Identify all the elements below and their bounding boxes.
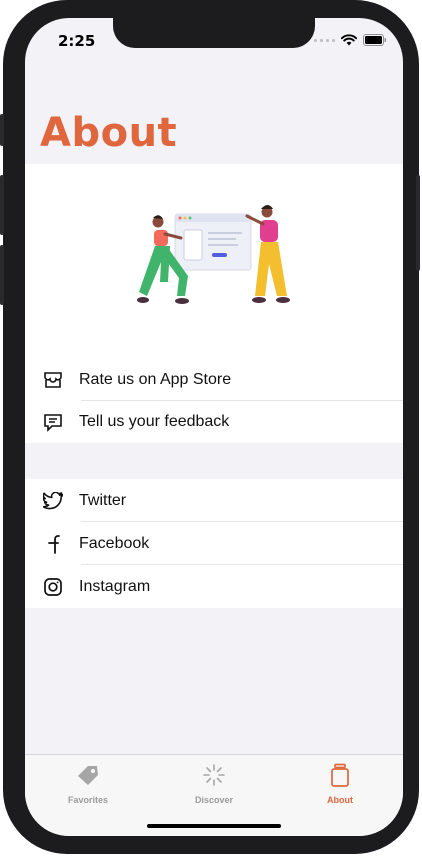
instagram-row[interactable]: Instagram <box>25 565 403 608</box>
tab-about-label: About <box>327 795 353 805</box>
social-section: Twitter Facebook Instagram <box>25 479 403 608</box>
feedback-row[interactable]: Tell us your feedback <box>25 401 403 443</box>
status-indicators <box>314 34 387 46</box>
notch <box>113 18 315 48</box>
feedback-label: Tell us your feedback <box>79 413 230 430</box>
tab-about[interactable]: About <box>290 763 390 805</box>
screen: 2:25 About Rate us on App Store Tell us … <box>25 18 403 836</box>
tab-favorites-label: Favorites <box>67 795 109 805</box>
facebook-label: Facebook <box>79 534 150 552</box>
storefront-icon <box>41 368 65 392</box>
rate-app-store-row[interactable]: Rate us on App Store <box>25 359 403 401</box>
power-button <box>416 175 420 271</box>
wifi-icon <box>341 34 357 46</box>
twitter-icon <box>41 489 65 513</box>
instagram-label: Instagram <box>79 577 151 595</box>
facebook-icon <box>41 532 65 556</box>
volume-up-button <box>0 175 4 235</box>
mute-switch <box>0 114 4 146</box>
facebook-row[interactable]: Facebook <box>25 522 403 565</box>
message-icon <box>41 410 65 434</box>
tab-discover[interactable]: Discover <box>164 763 264 805</box>
signal-dots-icon <box>314 38 335 42</box>
app-store-section: Rate us on App Store Tell us your feedba… <box>25 359 403 443</box>
volume-down-button <box>0 245 4 305</box>
right-person-image <box>245 205 290 303</box>
tag-icon <box>78 766 98 785</box>
page-title: About <box>40 110 178 156</box>
sparkle-icon <box>203 764 225 786</box>
tab-discover-label: Discover <box>194 795 234 805</box>
website-mockup-image <box>174 213 252 271</box>
battery-icon <box>363 34 387 46</box>
jar-icon <box>331 763 349 787</box>
home-indicator[interactable] <box>147 824 281 828</box>
tab-favorites[interactable]: Favorites <box>38 763 138 805</box>
status-time: 2:25 <box>58 32 96 50</box>
phone-frame: 2:25 About Rate us on App Store Tell us … <box>0 0 420 854</box>
hero-illustration <box>25 164 403 359</box>
twitter-row[interactable]: Twitter <box>25 479 403 522</box>
rate-app-store-label: Rate us on App Store <box>79 371 232 388</box>
instagram-icon <box>41 575 65 599</box>
twitter-label: Twitter <box>79 491 127 509</box>
